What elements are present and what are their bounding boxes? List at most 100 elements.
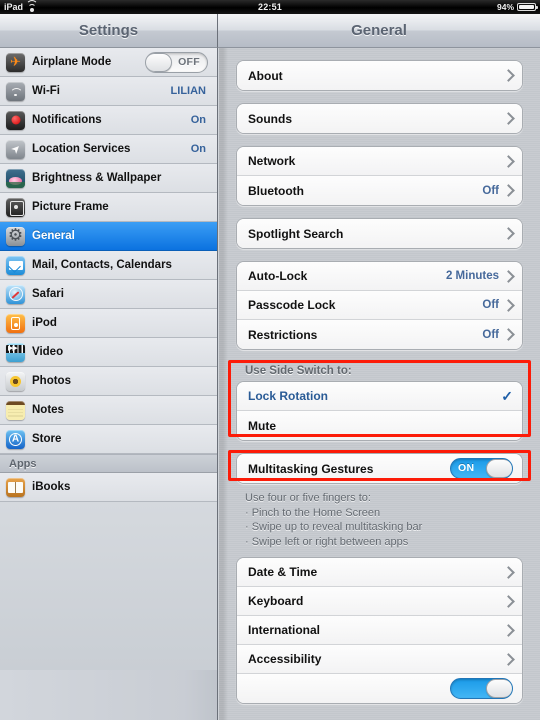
ipad-settings-screen: iPad 22:51 94% Settings General Airplane…	[0, 0, 540, 720]
notifications-icon	[6, 110, 25, 130]
sidebar-item-label: Wi-Fi	[32, 85, 60, 97]
battery-icon	[517, 2, 538, 12]
chevron-right-icon	[502, 69, 515, 82]
chevron-right-icon	[502, 623, 515, 637]
row-label: Bluetooth	[248, 183, 304, 198]
sidebar-item-brightness-wallpaper[interactable]: Brightness & Wallpaper	[0, 164, 217, 193]
ibooks-icon	[6, 477, 25, 497]
row-sounds[interactable]: Sounds	[237, 104, 522, 133]
picture-frame-icon	[6, 197, 25, 217]
mail-icon	[6, 255, 25, 275]
settings-title: Settings	[78, 22, 139, 39]
sidebar-item-wifi[interactable]: Wi-Fi LILIAN	[0, 77, 217, 106]
row-accessibility[interactable]: Accessibility	[237, 645, 522, 674]
row-label: Sounds	[248, 111, 292, 126]
chevron-right-icon	[502, 565, 515, 579]
sidebar-item-picture-frame[interactable]: Picture Frame	[0, 193, 217, 222]
row-lock-rotation[interactable]: Lock Rotation ✓	[237, 382, 522, 411]
brightness-icon	[6, 168, 25, 188]
group-spotlight-search: Spotlight Search	[236, 218, 523, 249]
row-bluetooth[interactable]: Bluetooth Off	[237, 176, 522, 205]
toggle-knob	[486, 679, 512, 698]
group-side-switch: Lock Rotation ✓ Mute	[236, 381, 523, 441]
sidebar-item-ibooks[interactable]: iBooks	[0, 473, 217, 502]
chevron-right-icon	[502, 652, 515, 666]
row-label: Date & Time	[248, 565, 318, 579]
side-switch-header: Use Side Switch to:	[245, 365, 352, 377]
sidebar-empty-area	[0, 502, 217, 670]
sidebar-item-label: Video	[32, 346, 64, 358]
footnote-line: Use four or five fingers to:	[245, 492, 371, 504]
row-label: Accessibility	[248, 652, 322, 666]
sidebar-item-ipod[interactable]: iPod	[0, 309, 217, 338]
sidebar-item-value: On	[190, 143, 206, 155]
chevron-right-icon	[502, 594, 515, 608]
row-value: Off	[482, 184, 499, 197]
row-label: Auto-Lock	[248, 269, 308, 283]
settings-titlebar: Settings	[0, 14, 218, 48]
sidebar-item-airplane-mode[interactable]: Airplane Mode OFF	[0, 48, 217, 77]
row-restrictions[interactable]: Restrictions Off	[237, 320, 522, 349]
sidebar-item-label: Notifications	[32, 114, 102, 126]
general-title: General	[351, 22, 407, 39]
row-label: Keyboard	[248, 594, 304, 608]
footnote-line: · Swipe up to reveal multitasking bar	[245, 521, 423, 533]
row-network[interactable]: Network	[237, 147, 522, 176]
toggle-label: ON	[458, 462, 475, 474]
row-label: Restrictions	[248, 327, 318, 342]
status-bar: iPad 22:51 94%	[0, 0, 540, 14]
row-about[interactable]: About	[237, 61, 522, 90]
sidebar-item-photos[interactable]: Photos	[0, 367, 217, 396]
photos-icon	[6, 371, 25, 391]
sidebar-item-notifications[interactable]: Notifications On	[0, 106, 217, 135]
sidebar-item-safari[interactable]: Safari	[0, 280, 217, 309]
toggle-label: OFF	[178, 55, 200, 68]
row-label: About	[248, 68, 283, 83]
chevron-right-icon	[502, 184, 515, 197]
airplane-icon	[6, 52, 25, 72]
sidebar-item-label: Location Services	[32, 143, 131, 155]
partial-toggle[interactable]	[450, 678, 513, 699]
row-mute[interactable]: Mute	[237, 411, 522, 440]
footnote-line: · Swipe left or right between apps	[245, 535, 409, 548]
wifi-icon	[6, 81, 25, 101]
multitasking-highlight-annotation: Multitasking Gestures ON	[228, 450, 531, 484]
row-multitasking-gestures[interactable]: Multitasking Gestures ON	[237, 454, 522, 483]
sidebar-item-location-services[interactable]: Location Services On	[0, 135, 217, 164]
group-network: Network Bluetooth Off	[236, 146, 523, 206]
sidebar-item-label: Store	[32, 433, 62, 445]
sidebar-item-value: LILIAN	[170, 85, 206, 97]
location-icon	[6, 139, 25, 159]
row-partial-below-fold[interactable]	[237, 674, 522, 703]
chevron-right-icon	[502, 227, 515, 240]
group-about: About	[236, 60, 523, 91]
row-date-time[interactable]: Date & Time	[237, 558, 522, 587]
sidebar-item-label: iPod	[32, 317, 57, 329]
row-passcode-lock[interactable]: Passcode Lock Off	[237, 291, 522, 320]
chevron-right-icon	[502, 154, 515, 168]
toggle-knob	[146, 52, 172, 72]
settings-sidebar[interactable]: Airplane Mode OFF Wi-Fi LILIAN Notificat…	[0, 48, 218, 720]
row-label: Lock Rotation	[248, 389, 328, 403]
sidebar-item-video[interactable]: Video	[0, 338, 217, 367]
row-auto-lock[interactable]: Auto-Lock 2 Minutes	[237, 262, 522, 291]
multitasking-gestures-toggle[interactable]: ON	[450, 458, 513, 479]
airplane-mode-toggle[interactable]: OFF	[145, 51, 208, 73]
row-value: Off	[482, 328, 499, 341]
sidebar-item-store[interactable]: Store	[0, 425, 217, 454]
sidebar-item-general[interactable]: General	[0, 222, 217, 251]
side-switch-highlight-annotation: Use Side Switch to: Lock Rotation ✓ Mute	[228, 360, 531, 441]
row-spotlight-search[interactable]: Spotlight Search	[237, 219, 522, 248]
group-datetime: Date & Time Keyboard International Acces…	[236, 557, 523, 704]
row-label: International	[248, 623, 321, 637]
row-international[interactable]: International	[237, 616, 522, 645]
multitasking-footnote: Use four or five fingers to: · Pinch to …	[236, 490, 523, 557]
group-sounds: Sounds	[236, 103, 523, 134]
notes-icon	[6, 400, 25, 420]
sidebar-item-mail-contacts-calendars[interactable]: Mail, Contacts, Calendars	[0, 251, 217, 280]
status-bar-right: 94%	[497, 0, 538, 14]
sidebar-item-label: Photos	[32, 375, 71, 387]
group-lock: Auto-Lock 2 Minutes Passcode Lock Off Re…	[236, 261, 523, 350]
sidebar-item-notes[interactable]: Notes	[0, 396, 217, 425]
row-keyboard[interactable]: Keyboard	[237, 587, 522, 616]
